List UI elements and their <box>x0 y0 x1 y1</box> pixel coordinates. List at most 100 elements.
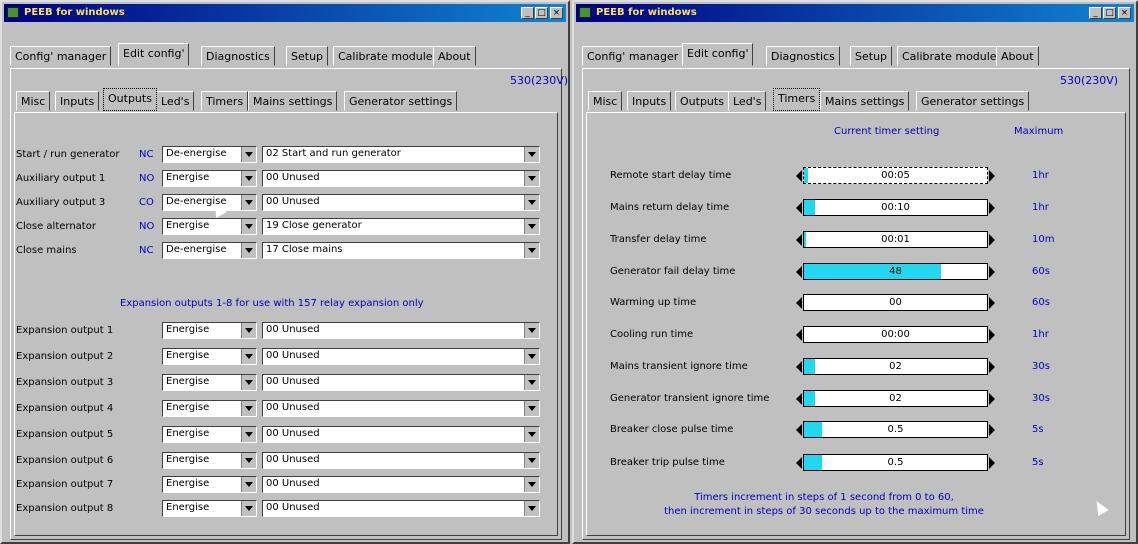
function-select[interactable]: 00 Unused <box>262 348 540 365</box>
decrease-arrow-icon[interactable] <box>796 329 802 341</box>
tab-config-manager[interactable]: Config' manager <box>582 46 684 66</box>
state-select[interactable]: Energise <box>162 476 257 493</box>
decrease-arrow-icon[interactable] <box>796 424 802 436</box>
subtab-generator-settings[interactable]: Generator settings <box>344 91 458 111</box>
tab-calibrate-module[interactable]: Calibrate module <box>897 46 1002 66</box>
function-select[interactable]: 00 Unused <box>262 400 540 417</box>
tab-diagnostics[interactable]: Diagnostics <box>766 46 840 66</box>
tab-edit-config[interactable]: Edit config' <box>682 43 754 66</box>
function-select[interactable]: 00 Unused <box>262 500 540 517</box>
subtab-timers[interactable]: Timers <box>201 91 249 111</box>
timer-slider[interactable]: 00:01 <box>803 231 988 248</box>
increase-arrow-icon[interactable] <box>989 234 995 246</box>
function-select[interactable]: 00 Unused <box>262 374 540 391</box>
chevron-down-icon[interactable] <box>241 195 256 210</box>
title-bar[interactable]: PEEB for windows _ □ × <box>576 4 1134 22</box>
subtab-misc[interactable]: Misc <box>16 91 51 111</box>
tab-calibrate-module[interactable]: Calibrate module <box>333 46 438 66</box>
chevron-down-icon[interactable] <box>524 427 539 442</box>
chevron-down-icon[interactable] <box>524 243 539 258</box>
increase-arrow-icon[interactable] <box>989 170 995 182</box>
chevron-down-icon[interactable] <box>241 323 256 338</box>
chevron-down-icon[interactable] <box>241 243 256 258</box>
function-select[interactable]: 00 Unused <box>262 322 540 339</box>
state-select[interactable]: Energise <box>162 500 257 517</box>
increase-arrow-icon[interactable] <box>989 266 995 278</box>
tab-setup[interactable]: Setup <box>850 46 893 66</box>
subtab-inputs[interactable]: Inputs <box>55 91 100 111</box>
title-bar[interactable]: PEEB for windows _ □ × <box>4 4 566 22</box>
timer-slider[interactable]: 02 <box>803 358 988 375</box>
function-select[interactable]: 00 Unused <box>262 476 540 493</box>
chevron-down-icon[interactable] <box>524 501 539 516</box>
chevron-down-icon[interactable] <box>241 219 256 234</box>
decrease-arrow-icon[interactable] <box>796 393 802 405</box>
function-select[interactable]: 02 Start and run generator <box>262 146 540 163</box>
decrease-arrow-icon[interactable] <box>796 361 802 373</box>
subtab-leds[interactable]: Led's <box>156 91 195 111</box>
chevron-down-icon[interactable] <box>524 477 539 492</box>
state-select[interactable]: Energise <box>162 218 257 235</box>
decrease-arrow-icon[interactable] <box>796 234 802 246</box>
subtab-timers[interactable]: Timers <box>773 88 821 111</box>
function-select[interactable]: 00 Unused <box>262 452 540 469</box>
subtab-misc[interactable]: Misc <box>588 91 623 111</box>
timer-slider[interactable]: 02 <box>803 390 988 407</box>
function-select[interactable]: 00 Unused <box>262 194 540 211</box>
chevron-down-icon[interactable] <box>241 501 256 516</box>
decrease-arrow-icon[interactable] <box>796 266 802 278</box>
subtab-mains-settings[interactable]: Mains settings <box>820 91 910 111</box>
tab-setup[interactable]: Setup <box>286 46 329 66</box>
tab-about[interactable]: About <box>433 46 476 66</box>
increase-arrow-icon[interactable] <box>989 329 995 341</box>
subtab-generator-settings[interactable]: Generator settings <box>916 91 1030 111</box>
state-select[interactable]: Energise <box>162 348 257 365</box>
chevron-down-icon[interactable] <box>524 349 539 364</box>
tab-about[interactable]: About <box>996 46 1039 66</box>
chevron-down-icon[interactable] <box>241 453 256 468</box>
increase-arrow-icon[interactable] <box>989 457 995 469</box>
maximize-button[interactable]: □ <box>1103 7 1116 19</box>
chevron-down-icon[interactable] <box>524 195 539 210</box>
chevron-down-icon[interactable] <box>524 323 539 338</box>
timer-slider[interactable]: 00:05 <box>803 167 988 184</box>
subtab-mains-settings[interactable]: Mains settings <box>248 91 338 111</box>
subtab-leds[interactable]: Led's <box>728 91 767 111</box>
timer-slider[interactable]: 00 <box>803 294 988 311</box>
increase-arrow-icon[interactable] <box>989 393 995 405</box>
subtab-outputs[interactable]: Outputs <box>103 88 157 111</box>
increase-arrow-icon[interactable] <box>989 297 995 309</box>
tab-diagnostics[interactable]: Diagnostics <box>201 46 275 66</box>
chevron-down-icon[interactable] <box>241 171 256 186</box>
tab-edit-config[interactable]: Edit config' <box>118 43 190 66</box>
chevron-down-icon[interactable] <box>241 427 256 442</box>
timer-slider[interactable]: 0.5 <box>803 421 988 438</box>
tab-config-manager[interactable]: Config' manager <box>10 46 112 66</box>
state-select[interactable]: De-energise <box>162 146 257 163</box>
function-select[interactable]: 17 Close mains <box>262 242 540 259</box>
chevron-down-icon[interactable] <box>524 219 539 234</box>
chevron-down-icon[interactable] <box>241 375 256 390</box>
function-select[interactable]: 00 Unused <box>262 426 540 443</box>
state-select[interactable]: De-energise <box>162 194 257 211</box>
state-select[interactable]: Energise <box>162 426 257 443</box>
chevron-down-icon[interactable] <box>524 171 539 186</box>
increase-arrow-icon[interactable] <box>989 361 995 373</box>
state-select[interactable]: De-energise <box>162 242 257 259</box>
chevron-down-icon[interactable] <box>241 147 256 162</box>
timer-slider[interactable]: 00:10 <box>803 199 988 216</box>
close-button[interactable]: × <box>550 7 563 19</box>
maximize-button[interactable]: □ <box>535 7 548 19</box>
minimize-button[interactable]: _ <box>1089 7 1102 19</box>
function-select[interactable]: 19 Close generator <box>262 218 540 235</box>
minimize-button[interactable]: _ <box>521 7 534 19</box>
subtab-outputs[interactable]: Outputs <box>675 91 729 111</box>
state-select[interactable]: Energise <box>162 170 257 187</box>
close-button[interactable]: × <box>1118 7 1131 19</box>
state-select[interactable]: Energise <box>162 322 257 339</box>
state-select[interactable]: Energise <box>162 400 257 417</box>
timer-slider[interactable]: 00:00 <box>803 326 988 343</box>
chevron-down-icon[interactable] <box>524 147 539 162</box>
state-select[interactable]: Energise <box>162 452 257 469</box>
increase-arrow-icon[interactable] <box>989 424 995 436</box>
